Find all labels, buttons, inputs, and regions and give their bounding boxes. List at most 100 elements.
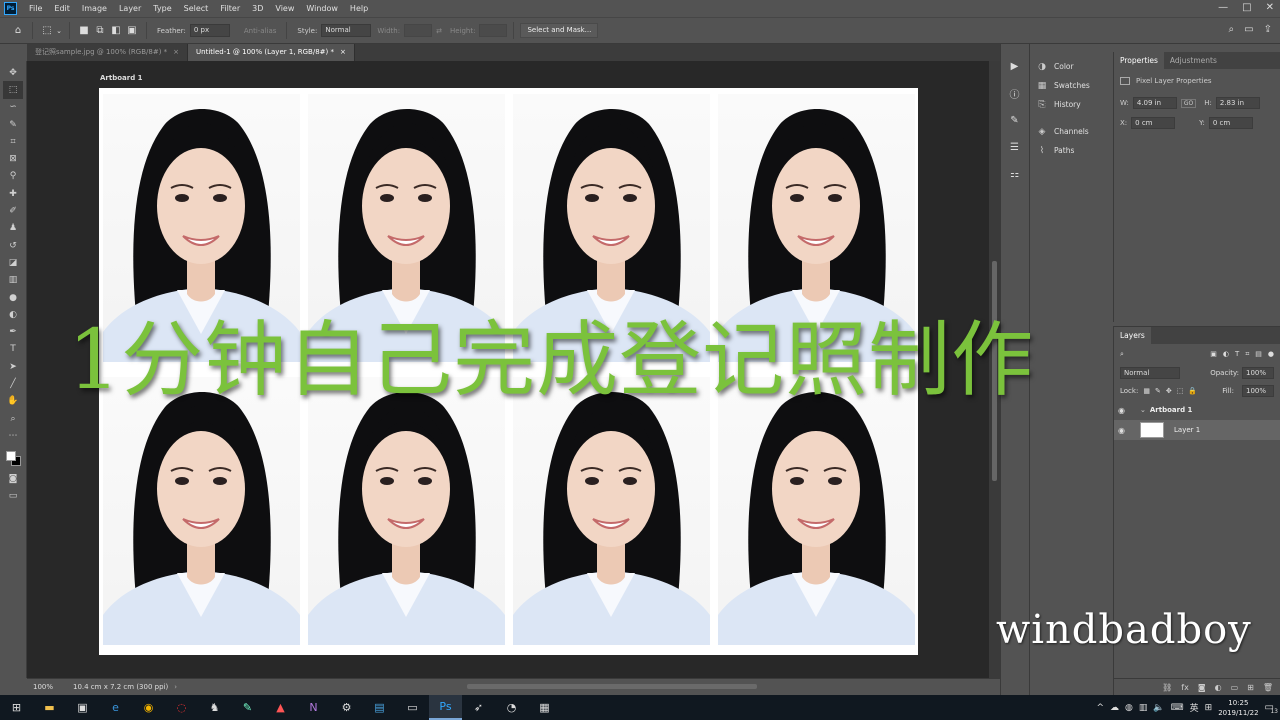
tab-layers[interactable]: Layers [1114,327,1151,344]
gradient-tool-icon[interactable]: ▥ [3,272,23,289]
x-field[interactable]: 0 cm [1131,117,1176,129]
terminal-icon[interactable]: ▭ [396,695,429,720]
dodge-tool-icon[interactable]: ◐ [3,306,23,323]
remote-desktop-icon[interactable]: ▤ [363,695,396,720]
intersect-selection-icon[interactable]: ▣ [124,23,140,39]
menu-filter[interactable]: Filter [214,0,246,17]
chevron-down-icon[interactable]: ⌄ [55,23,63,39]
play-action-icon[interactable]: ▶ [1007,58,1023,74]
eraser-tool-icon[interactable]: ◪ [3,254,23,271]
tab-untitled-1[interactable]: Untitled-1 @ 100% (Layer 1, RGB/8#) * × [188,44,355,61]
quick-mask-icon[interactable]: ◙ [3,471,23,488]
y-field[interactable]: 0 cm [1208,117,1253,129]
zoom-level[interactable]: 100% [33,683,67,691]
fill-field[interactable]: 100% [1242,385,1274,397]
clock-app-icon[interactable]: ◔ [495,695,528,720]
width-input[interactable] [404,24,433,37]
input-method-icon[interactable]: ⌨ [1171,703,1184,713]
close-icon[interactable]: ✕ [1266,2,1274,13]
volume-icon[interactable]: 🔈 [1153,703,1164,713]
scroll-thumb[interactable] [992,261,997,481]
artboard[interactable] [99,88,918,655]
edge-browser-icon[interactable]: e [99,695,132,720]
new-layer-icon[interactable]: ⊞ [1247,683,1254,692]
blur-tool-icon[interactable]: ● [3,289,23,306]
menu-layer[interactable]: Layer [113,0,147,17]
opacity-field[interactable]: 100% [1242,367,1274,379]
lasso-tool-icon[interactable]: ∽ [3,99,23,116]
horizontal-scrollbar[interactable] [467,684,757,689]
chrome-browser-icon[interactable]: ◉ [132,695,165,720]
new-selection-icon[interactable]: ■ [76,23,92,39]
settings-icon[interactable]: ⚙ [330,695,363,720]
home-icon[interactable]: ⌂ [10,23,26,39]
windows-start-icon[interactable]: ⊞ [0,695,33,720]
panel-color[interactable]: ◑ Color [1030,57,1113,76]
canvas-area[interactable]: Artboard 1 [27,61,989,678]
menu-help[interactable]: Help [344,0,374,17]
menu-select[interactable]: Select [178,0,215,17]
blend-mode-select[interactable]: Normal [1120,367,1180,379]
move-tool-icon[interactable]: ✥ [3,64,23,81]
antialias-checkbox[interactable]: Anti-alias [244,27,277,35]
close-tab-icon[interactable]: × [340,44,346,61]
info-icon[interactable]: ⓘ [1007,85,1023,101]
link-layers-icon[interactable]: ⛓ [1162,683,1172,692]
chevron-up-icon[interactable]: ^ [1096,703,1104,713]
close-tab-icon[interactable]: × [173,44,179,61]
healing-brush-tool-icon[interactable]: ✚ [3,185,23,202]
ime-icon[interactable]: ⊞ [1205,703,1213,713]
lock-artboard-icon[interactable]: ⬚ [1177,387,1184,395]
workspace-icon[interactable]: ▭ [1244,24,1253,35]
screen-mode-icon[interactable]: ▭ [3,488,23,505]
calculator-icon[interactable]: ▦ [528,695,561,720]
brush-settings-icon[interactable]: ✎ [1007,112,1023,128]
menu-file[interactable]: File [23,0,48,17]
color-swatches[interactable] [3,448,23,468]
history-brush-tool-icon[interactable]: ↺ [3,237,23,254]
steam-icon[interactable]: ➶ [462,695,495,720]
crop-tool-icon[interactable]: ⌗ [3,133,23,150]
tab-properties[interactable]: Properties [1114,52,1164,69]
filter-shape-icon[interactable]: ⌗ [1245,350,1249,359]
network-icon[interactable]: ▥ [1139,703,1148,713]
trash-icon[interactable]: 🗑 [1263,683,1273,692]
search-icon[interactable]: ⌕ [1229,24,1235,35]
more-tools-icon[interactable]: ⋯ [3,427,23,444]
lock-position-icon[interactable]: ✥ [1166,387,1172,395]
add-selection-icon[interactable]: ⧉ [92,23,108,39]
chevron-down-icon[interactable]: ⌄ [1140,406,1146,414]
file-explorer-icon[interactable]: ▬ [33,695,66,720]
document-info[interactable]: 10.4 cm x 7.2 cm (300 ppi) [73,683,168,691]
menu-window[interactable]: Window [300,0,344,17]
artboard-label[interactable]: Artboard 1 [100,74,143,82]
style-select[interactable]: Normal [321,24,372,37]
eyedropper-tool-icon[interactable]: ⚲ [3,168,23,185]
brush-tool-icon[interactable]: ✐ [3,202,23,219]
select-and-mask-button[interactable]: Select and Mask... [520,23,599,38]
path-select-tool-icon[interactable]: ➤ [3,358,23,375]
filter-kind-icon[interactable]: ⌕ [1120,350,1124,359]
red-app-icon[interactable]: ◌ [165,695,198,720]
type-tool-icon[interactable]: T [3,341,23,358]
filter-pixel-icon[interactable]: ▣ [1210,350,1217,358]
lock-pixels-icon[interactable]: ✎ [1155,387,1161,395]
photoshop-taskbar-icon[interactable]: Ps [429,695,462,720]
layer-layer-1[interactable]: ◉ Layer 1 [1114,420,1280,440]
onedrive-icon[interactable]: ☁ [1110,703,1119,713]
foreground-color-swatch[interactable] [6,450,16,461]
add-mask-icon[interactable]: ◙ [1198,683,1206,692]
photos-app-icon[interactable]: ▣ [66,695,99,720]
panel-paths[interactable]: ⌇ Paths [1030,141,1113,160]
line-tool-icon[interactable]: ╱ [3,375,23,392]
maximize-icon[interactable]: □ [1242,2,1251,13]
link-icon[interactable]: GO [1180,98,1197,108]
marquee-preset-icon[interactable]: ⬚ [39,23,55,39]
lock-transparent-icon[interactable]: ▦ [1143,387,1150,395]
swap-icon[interactable]: ⇄ [436,27,442,35]
vertical-scrollbar[interactable] [989,61,1000,678]
layer-artboard-1[interactable]: ◉ ⌄ Artboard 1 [1114,400,1280,420]
notification-icon[interactable]: ▭ 13 [1265,702,1278,715]
game-app-icon[interactable]: ♞ [198,695,231,720]
lock-all-icon[interactable]: 🔒 [1188,387,1197,395]
